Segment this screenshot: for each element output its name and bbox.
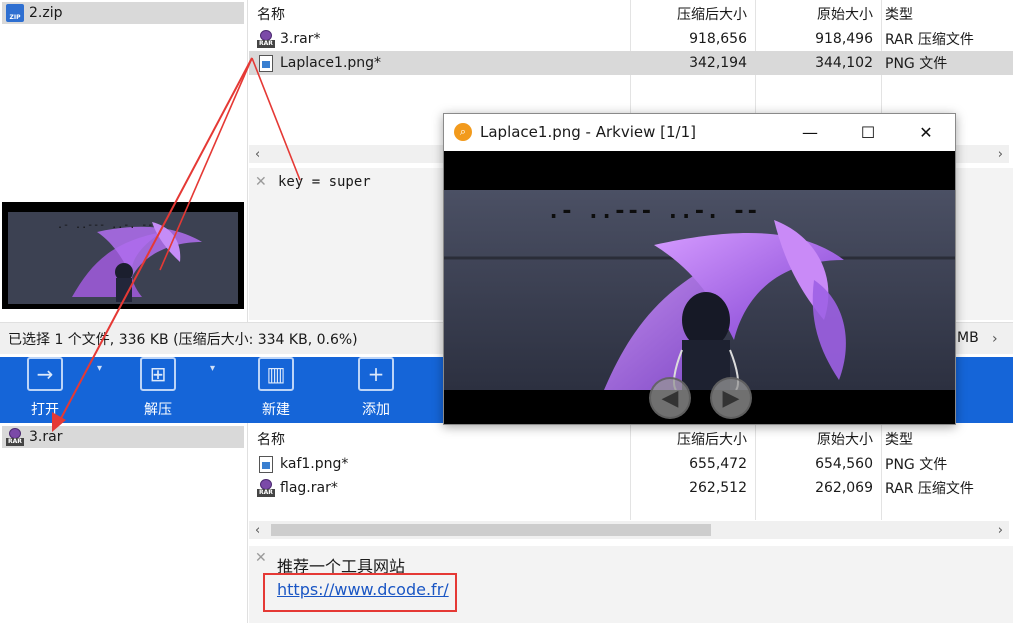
arrow-left-icon: ◀ (661, 385, 679, 411)
maximize-button[interactable]: ☐ (839, 114, 897, 151)
previous-image-button[interactable]: ◀ (649, 377, 691, 419)
title-bar[interactable]: ⌕ Laplace1.png - Arkview [1/1] — ☐ ✕ (444, 114, 955, 151)
arkview-window[interactable]: ⌕ Laplace1.png - Arkview [1/1] — ☐ ✕ .- … (443, 113, 956, 425)
minimize-button[interactable]: — (781, 114, 839, 151)
morse-code-text: .- ..--- ..-. -- (547, 199, 759, 224)
arkview-search-icon: ⌕ (454, 123, 472, 141)
viewer-image: .- ..--- ..-. -- (444, 190, 955, 390)
window-title: Laplace1.png - Arkview [1/1] (480, 123, 696, 141)
close-button[interactable]: ✕ (897, 114, 955, 151)
next-image-button[interactable]: ▶ (710, 377, 752, 419)
arrow-right-icon: ▶ (722, 385, 740, 411)
